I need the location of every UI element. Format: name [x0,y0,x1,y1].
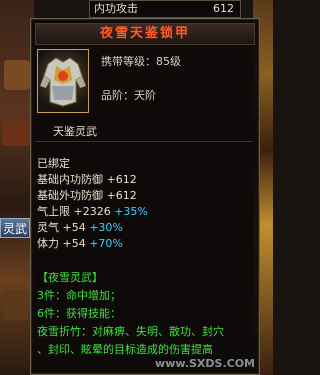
watermark: www.SXDS.COM [155,357,255,370]
stat-name: 基础外功防御 [37,189,103,202]
bound-status: 已绑定 [37,157,70,170]
background-decoration [4,290,28,320]
set-name: 天鉴灵武 [53,125,97,138]
background-decoration [4,60,30,90]
set-bonus-6: 6件：获得技能： [37,307,121,320]
stat-row: 气上限 +2326 +35% [37,203,148,219]
stat-value: +2326 [73,205,111,218]
stat-row: 体力 +54 +70% [37,235,123,251]
item-grade: 品阶：天阶 [101,89,156,102]
side-tab-button[interactable]: 灵武 [0,218,30,238]
stat-name: 基础内功防御 [37,173,103,186]
stat-name: 体力 [37,237,59,250]
divider [35,141,253,142]
set-bonus-title: 【夜雪灵武】 [37,271,103,284]
skill-description: 夜雪折竹：对麻痹、失明、散功、封穴 [37,325,224,338]
stat-row: 基础外功防御 +612 [37,187,137,203]
required-level: 携带等级：85级 [101,55,181,68]
set-bonus-3: 3件：命中增加； [37,289,121,302]
stat-value: +612 [106,173,137,186]
attribute-value: 612 [213,2,234,15]
background-decoration [2,120,30,146]
stat-row: 灵气 +54 +30% [37,219,123,235]
stat-percent: +70% [89,237,123,250]
stat-row: 基础内功防御 +612 [37,171,137,187]
stat-name: 气上限 [37,205,70,218]
item-tooltip: 夜雪天鉴锁甲 携带等级：85级 品阶：天阶 天鉴灵武 已绑定 基础内功防御 +6… [30,18,260,375]
skill-description: 、封印、眩晕的目标造成的伤害提高 [37,343,213,356]
stat-value: +54 [62,237,86,250]
stat-percent: +35% [114,205,148,218]
armor-icon[interactable] [37,49,89,113]
stat-name: 灵气 [37,221,59,234]
stat-value: +612 [106,189,137,202]
attribute-label: 内功攻击 [94,2,138,15]
item-name: 夜雪天鉴锁甲 [35,23,255,45]
attribute-row-top: 内功攻击 612 [89,0,241,18]
stat-percent: +30% [89,221,123,234]
stat-value: +54 [62,221,86,234]
